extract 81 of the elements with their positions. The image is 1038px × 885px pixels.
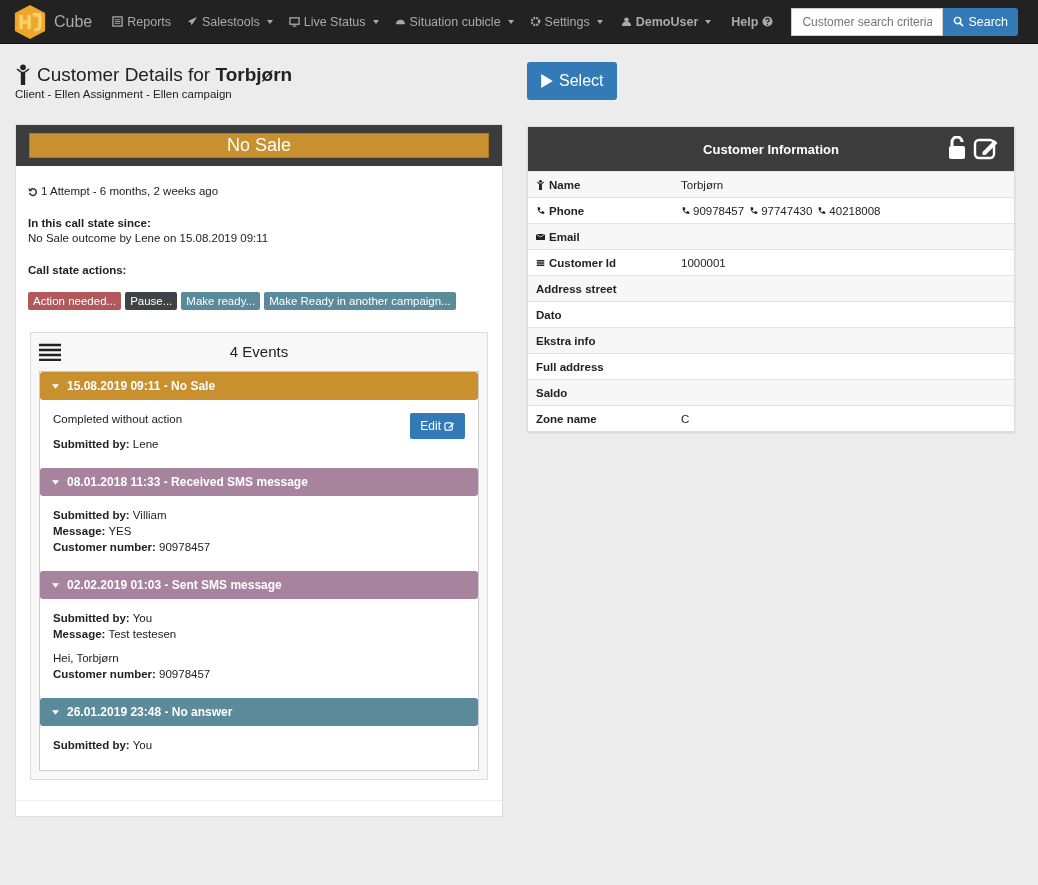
nav-menu-item[interactable]: Live Status [288,14,379,29]
edit-icon[interactable] [973,136,1000,160]
call-state-action-button[interactable]: Make ready... [181,292,261,311]
person-icon [536,179,545,190]
page-subtitle: Client - Ellen Assignment - Ellen campaign [15,88,233,100]
nav-menu-item[interactable]: Settings [529,14,603,29]
field-value: 97747430 [761,204,813,217]
event-detail: Submitted by: You [53,611,153,627]
field-value: C [681,412,690,425]
settings-icon [529,16,541,27]
history-icon [28,186,38,197]
nav-menu-item[interactable]: Situation cubicle [394,14,514,29]
caret-icon [52,582,59,588]
field-label: Full address [535,360,605,373]
edit-button[interactable]: Edit [410,413,465,440]
rocket-icon [187,16,199,27]
event-detail: Completed without action [53,412,183,428]
field-label: Phone [528,204,681,217]
call-state-action-button[interactable]: Action needed... [28,292,122,311]
user-icon [620,16,632,27]
brand-name[interactable]: Cube [54,12,93,31]
envelope-icon [536,231,545,242]
field-label: Name [528,178,681,191]
phone-icon [681,205,690,216]
event-detail: Hei, Torbjørn [53,651,119,667]
since-label: In this call state since: [28,215,152,231]
nav-menu-item[interactable]: Salestools [187,14,273,29]
event-header[interactable]: 15.08.2019 09:11 - No Sale [40,372,478,401]
field-label: Customer Id [528,256,681,269]
person-icon [15,64,31,86]
field-label: Zone name [535,412,598,425]
menu-icon[interactable] [39,343,61,362]
caret-icon [52,383,59,389]
play-icon [541,74,553,88]
event-header[interactable]: 08.01.2018 11:33 - Received SMS message [40,468,478,497]
nav-menu-item[interactable]: DemoUser [620,14,712,29]
event-detail: Customer number: 90978457 [53,539,211,555]
event-detail: Message: Test testesen [53,626,177,642]
field-value: 1000001 [681,256,726,269]
phone-icon [817,205,827,216]
help-icon [762,16,774,27]
unlocked-padlock-icon[interactable] [947,136,967,160]
field-label: Address street [535,282,618,295]
panel-title: Customer Information [703,141,839,157]
nav-menu-item[interactable]: Help [731,14,774,29]
event-detail: Submitted by: Villiam [53,508,167,524]
event-header[interactable]: 26.01.2019 23:48 - No answer [40,698,478,727]
event-detail: Message: YES [53,524,132,539]
list-icon [112,16,124,27]
field-value: 90978457 [693,204,745,217]
phone-icon [749,205,759,216]
search-icon [953,16,965,27]
nav-menu-item[interactable]: Reports [112,14,172,29]
event-detail: Submitted by: Lene [53,436,159,452]
search-field[interactable]: Customer search criteria [791,7,944,36]
attempt-text: 1 Attempt - 6 months, 2 weeks ago [41,184,219,199]
field-label: Email [528,230,681,243]
status-banner: No Sale [29,133,489,158]
cube-logo-icon[interactable] [14,2,46,41]
field-value: Torbjørn [681,178,724,191]
field-label: Saldo [535,386,569,399]
since-text: No Sale outcome by Lene on 15.08.2019 09:11 [28,231,270,247]
events-title: 4 Events [228,341,290,362]
caret-icon [52,479,59,485]
event-detail: Customer number: 90978457 [53,666,211,682]
actions-label: Call state actions: [28,262,128,278]
page-title: Customer Details for Torbjørn [37,64,293,86]
field-value: 40218008 [829,204,881,217]
call-state-action-button[interactable]: Make Ready in another campaign... [264,292,456,311]
select-button[interactable]: Select [527,62,618,100]
field-label: Dato [535,308,563,321]
call-state-action-button[interactable]: Pause... [125,292,178,311]
event-header[interactable]: 02.02.2019 01:03 - Sent SMS message [40,571,478,600]
edit-icon [444,420,455,432]
search-button[interactable]: Search [943,7,1018,36]
event-detail: Submitted by: You [53,738,153,754]
caret-icon [52,709,59,715]
database-icon [536,257,545,268]
monitor-icon [288,16,300,27]
phone-icon [536,205,545,216]
field-label: Ekstra info [535,334,597,347]
